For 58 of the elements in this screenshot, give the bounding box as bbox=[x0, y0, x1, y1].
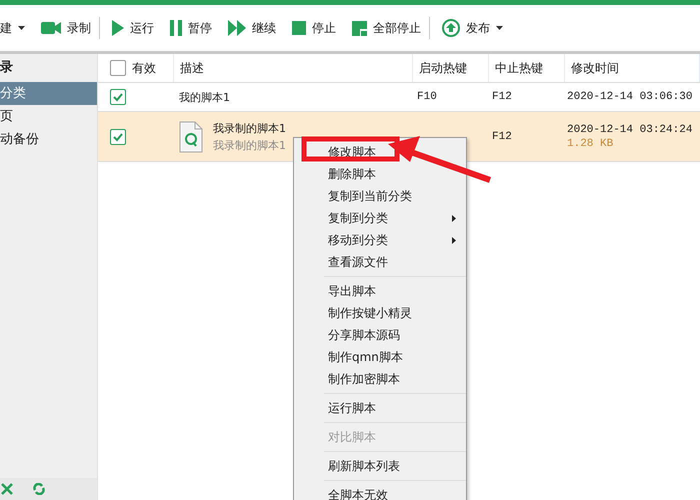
toolbar-button[interactable]: 暂停 bbox=[162, 13, 220, 43]
toolbar-button[interactable]: 停止 bbox=[284, 13, 344, 43]
column-header[interactable]: 中止热键 bbox=[489, 54, 565, 82]
check-icon bbox=[112, 92, 124, 102]
check-icon bbox=[112, 132, 124, 142]
menu-item[interactable]: 分享脚本源码 bbox=[324, 324, 466, 346]
menu-item[interactable]: 移动到分类 bbox=[324, 229, 466, 251]
checkbox[interactable] bbox=[110, 128, 126, 144]
column-header[interactable]: 描述 bbox=[174, 54, 413, 82]
column-header[interactable]: 启动热键 bbox=[413, 54, 489, 82]
menu-item[interactable]: 导出脚本 bbox=[324, 280, 466, 302]
refresh-icon[interactable] bbox=[33, 483, 45, 495]
sidebar-item[interactable]: 动备份 bbox=[0, 128, 97, 151]
fast-forward-icon bbox=[228, 20, 246, 36]
toolbar-button[interactable]: 运行 bbox=[104, 13, 162, 43]
table-cell-text: F12 bbox=[491, 130, 513, 144]
script-name: 我的脚本1 bbox=[179, 90, 230, 104]
column-header[interactable]: 修改时间 bbox=[565, 54, 700, 82]
menu-item[interactable]: 刷新脚本列表 bbox=[324, 455, 466, 477]
modified-time: 2020-12-14 03:24:24 bbox=[567, 124, 692, 136]
submenu-arrow-icon bbox=[452, 236, 456, 244]
menu-item[interactable]: 运行脚本 bbox=[324, 397, 466, 419]
upload-circle-icon bbox=[442, 19, 460, 37]
table-cell-text: F12 bbox=[491, 90, 513, 105]
file-size: 1.28 KB bbox=[567, 138, 614, 150]
menu-item[interactable]: 复制到当前分类 bbox=[324, 185, 466, 207]
script-filename: 我录制的脚本1 bbox=[213, 138, 286, 152]
menu-item[interactable]: 制作qmn脚本 bbox=[324, 346, 466, 368]
modified-time: 2020-12-14 03:06:30 bbox=[567, 91, 692, 103]
caret-icon bbox=[18, 26, 25, 30]
checkbox[interactable] bbox=[110, 60, 126, 76]
menu-item[interactable]: 制作按键小精灵 bbox=[324, 302, 466, 324]
menu-item[interactable]: 删除脚本 bbox=[324, 163, 466, 185]
script-name: 我录制的脚本1 bbox=[213, 120, 286, 136]
toolbar-button[interactable]: 发布 bbox=[434, 13, 511, 43]
camera-icon bbox=[41, 21, 61, 35]
stop-all-icon bbox=[352, 20, 367, 36]
column-label: 有效 bbox=[132, 60, 156, 76]
close-icon[interactable] bbox=[1, 483, 13, 495]
table-cell: F10 bbox=[417, 91, 437, 103]
caret-icon bbox=[496, 26, 503, 30]
menu-item[interactable]: 制作加密脚本 bbox=[324, 368, 466, 390]
submenu-arrow-icon bbox=[452, 214, 456, 222]
sidebar-item[interactable]: 页 bbox=[0, 105, 97, 128]
menu-item[interactable]: 全脚本无效 bbox=[324, 484, 466, 500]
play-icon bbox=[112, 20, 124, 36]
pause-icon bbox=[170, 20, 182, 36]
checkbox[interactable] bbox=[110, 89, 126, 105]
toolbar-button[interactable]: 录制 bbox=[33, 17, 100, 39]
sidebar-title: 录 bbox=[0, 59, 14, 77]
toolbar-button[interactable]: 建 bbox=[0, 13, 33, 43]
menu-item[interactable]: 查看源文件 bbox=[324, 251, 466, 273]
stop-icon bbox=[292, 21, 306, 35]
menu-item[interactable]: 复制到分类 bbox=[324, 207, 466, 229]
toolbar-button[interactable]: 全部停止 bbox=[344, 17, 430, 39]
sidebar-item[interactable]: 分类 bbox=[0, 82, 97, 105]
script-file-icon bbox=[179, 120, 203, 152]
toolbar-button[interactable]: 继续 bbox=[220, 13, 284, 43]
